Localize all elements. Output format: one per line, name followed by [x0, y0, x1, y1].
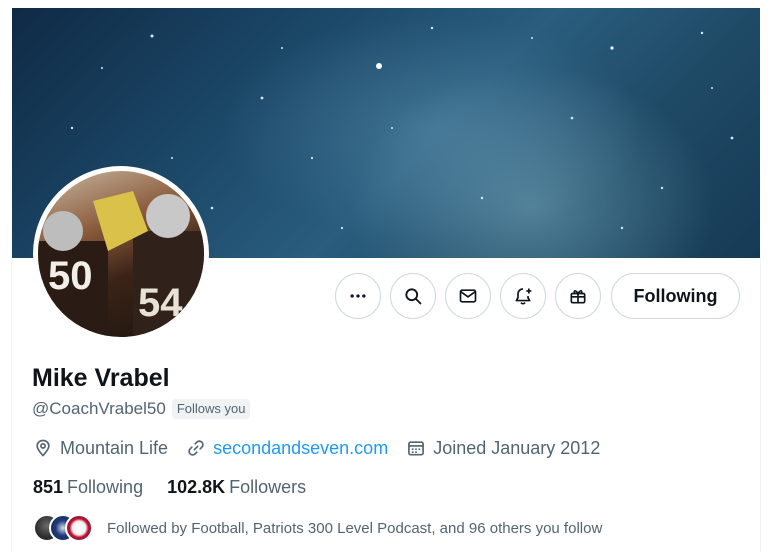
follow-stats: 851 Following 102.8K Followers: [33, 476, 330, 498]
location-text: Mountain Life: [60, 437, 169, 458]
gift-icon: [570, 290, 586, 304]
display-name: Mike Vrabel: [32, 364, 170, 392]
search-button[interactable]: [390, 273, 436, 319]
followed-by-text: Followed by Football, Patriots 300 Level…: [107, 519, 603, 537]
website[interactable]: secondandseven.com: [186, 438, 388, 459]
gift-button[interactable]: [555, 273, 601, 319]
profile-avatar[interactable]: 50 54: [33, 166, 209, 342]
more-icon: [350, 294, 366, 298]
message-icon: [459, 289, 477, 303]
column-border-right: [760, 258, 761, 552]
calendar-icon: [408, 441, 425, 456]
notify-button[interactable]: [500, 273, 546, 319]
followers-stat[interactable]: 102.8K Followers: [167, 477, 306, 498]
joined-date: Joined January 2012: [406, 438, 600, 459]
followers-count: 102.8K: [167, 476, 226, 497]
svg-text:54: 54: [138, 281, 183, 325]
mutual-avatars: [33, 513, 93, 543]
user-handle: @CoachVrabel50: [32, 399, 166, 418]
svg-text:50: 50: [48, 254, 93, 298]
follows-you-badge: Follows you: [171, 399, 251, 419]
following-label: Following: [67, 476, 144, 497]
website-link[interactable]: secondandseven.com: [213, 438, 388, 459]
top-strip: [0, 0, 774, 8]
following-stat[interactable]: 851 Following: [33, 477, 143, 498]
column-border-left: [11, 258, 12, 552]
handle-row: @CoachVrabel50 Follows you: [32, 398, 251, 420]
message-button[interactable]: [445, 273, 491, 319]
joined-text: Joined January 2012: [433, 437, 601, 458]
notification-bell-icon: [515, 288, 532, 305]
location: Mountain Life: [33, 438, 168, 459]
profile-meta: Mountain Life secondandseven.com Joined …: [33, 436, 618, 460]
more-button[interactable]: [335, 273, 381, 319]
followers-label: Followers: [229, 476, 307, 497]
search-icon: [405, 288, 422, 305]
followed-by[interactable]: Followed by Football, Patriots 300 Level…: [33, 513, 602, 543]
location-pin-icon: [36, 439, 50, 457]
following-button[interactable]: Following: [611, 273, 740, 319]
link-icon: [188, 440, 204, 456]
following-count: 851: [33, 476, 64, 497]
mutual-avatar: [65, 514, 93, 542]
avatar-photo: 50 54: [38, 171, 204, 337]
